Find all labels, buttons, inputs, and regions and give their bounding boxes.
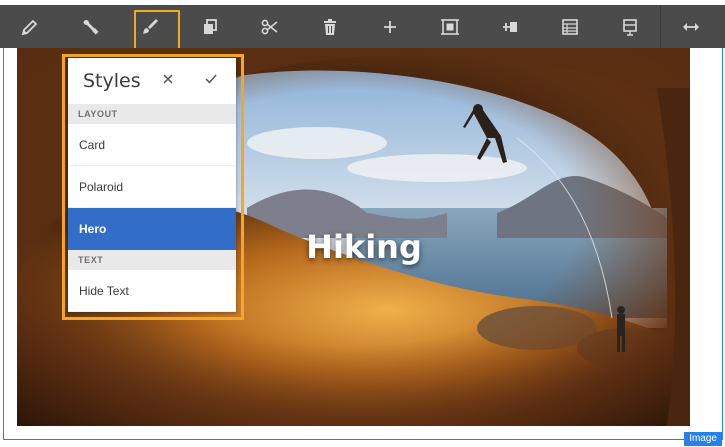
pencil-icon bbox=[21, 19, 38, 35]
group-icon bbox=[441, 18, 459, 35]
resize-icon bbox=[683, 22, 699, 31]
trash-icon bbox=[324, 18, 336, 35]
copy-button[interactable] bbox=[180, 5, 240, 48]
hero-title: Hiking bbox=[306, 228, 422, 266]
close-icon[interactable] bbox=[161, 72, 175, 86]
scissors-icon bbox=[261, 19, 278, 34]
copy-icon bbox=[204, 18, 217, 34]
group-button[interactable] bbox=[420, 5, 480, 48]
parent-icon bbox=[503, 21, 517, 32]
target-icon bbox=[623, 18, 637, 36]
resize-button[interactable] bbox=[661, 5, 721, 48]
component-toolbar bbox=[0, 5, 725, 52]
checkmark-icon[interactable] bbox=[204, 72, 218, 86]
parent-button[interactable] bbox=[480, 5, 540, 48]
style-option-hero[interactable]: Hero bbox=[68, 208, 236, 250]
layout-icon bbox=[562, 18, 578, 35]
cut-button[interactable] bbox=[240, 5, 300, 48]
paintbrush-icon bbox=[143, 18, 158, 34]
styles-popover: Styles LAYOUT Card Polaroid Hero TEXT Hi… bbox=[68, 58, 236, 312]
editor-canvas: Hiking Image Styles LAYOUT Card Polaroid… bbox=[0, 0, 725, 447]
section-header-layout: LAYOUT bbox=[68, 104, 236, 124]
insert-button[interactable] bbox=[360, 5, 420, 48]
section-header-text: TEXT bbox=[68, 250, 236, 270]
target-button[interactable] bbox=[600, 5, 660, 48]
popover-header: Styles bbox=[68, 58, 236, 104]
edit-button[interactable] bbox=[0, 5, 60, 48]
style-option-polaroid[interactable]: Polaroid bbox=[68, 166, 236, 208]
style-option-hide-text[interactable]: Hide Text bbox=[68, 270, 236, 312]
popover-title: Styles bbox=[83, 70, 141, 92]
style-option-card[interactable]: Card bbox=[68, 124, 236, 166]
configure-button[interactable] bbox=[60, 5, 120, 48]
layout-button[interactable] bbox=[540, 5, 600, 48]
plus-icon bbox=[384, 20, 396, 33]
wrench-icon bbox=[83, 19, 99, 35]
delete-button[interactable] bbox=[300, 5, 360, 48]
component-type-badge: Image bbox=[684, 432, 722, 446]
styles-button[interactable] bbox=[120, 5, 180, 52]
